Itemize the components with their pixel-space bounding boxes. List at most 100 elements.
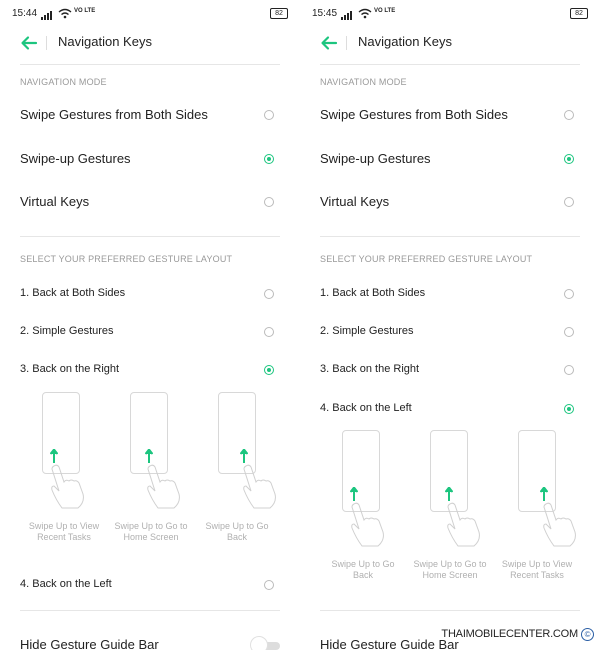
gesture-illustration	[516, 430, 576, 570]
radio-button[interactable]	[264, 197, 274, 207]
gesture-caption: Swipe Up to View Recent Tasks	[19, 521, 109, 543]
layout-simple-gestures[interactable]: 2. Simple Gestures	[320, 325, 580, 339]
radio-button-selected[interactable]	[264, 154, 274, 164]
caption-line: Back	[226, 532, 247, 542]
option-label: Swipe-up Gestures	[20, 151, 131, 166]
divider	[20, 64, 280, 65]
radio-button[interactable]	[264, 327, 274, 337]
phone-outline	[130, 392, 168, 474]
hand-icon	[447, 502, 480, 547]
status-time: 15:45	[312, 8, 338, 19]
radio-button-selected[interactable]	[264, 365, 274, 375]
gesture-illustration	[428, 430, 488, 570]
gesture-illustration	[40, 392, 100, 532]
gesture-caption: Swipe Up to Go to Home Screen	[405, 559, 495, 581]
section-header-gesture-layout: SELECT YOUR PREFERRED GESTURE LAYOUT	[320, 254, 533, 264]
caption-line: Swipe Up to Go to	[413, 559, 487, 569]
page-title: Navigation Keys	[58, 34, 152, 49]
back-arrow-icon[interactable]	[20, 34, 38, 52]
signal-icon	[41, 10, 55, 20]
hide-gesture-bar-toggle[interactable]	[250, 636, 280, 650]
option-label: 1. Back at Both Sides	[320, 287, 426, 299]
gesture-illustration	[216, 392, 276, 532]
caption-line: Swipe Up to Go	[331, 559, 395, 569]
signal-icon	[341, 10, 355, 20]
phone-outline	[518, 430, 556, 512]
divider	[20, 610, 280, 611]
caption-line: Recent Tasks	[510, 570, 564, 580]
gesture-caption: Swipe Up to Go to Home Screen	[106, 521, 196, 543]
option-label: Swipe-up Gestures	[320, 151, 431, 166]
header: Navigation Keys	[300, 32, 600, 54]
layout-back-left[interactable]: 4. Back on the Left	[320, 402, 580, 416]
divider	[320, 236, 580, 237]
radio-button[interactable]	[264, 110, 274, 120]
nav-mode-both-sides[interactable]: Swipe Gestures from Both Sides	[20, 107, 280, 123]
swipe-up-arrow-icon	[49, 449, 58, 463]
nav-mode-swipe-up[interactable]: Swipe-up Gestures	[20, 151, 280, 167]
option-label: Virtual Keys	[20, 194, 90, 209]
caption-line: Swipe Up to View	[501, 559, 573, 569]
caption-line: Home Screen	[123, 532, 179, 542]
section-header-gesture-layout: SELECT YOUR PREFERRED GESTURE LAYOUT	[20, 254, 233, 264]
divider	[320, 610, 580, 611]
hide-gesture-bar-row[interactable]: Hide Gesture Guide Bar	[20, 637, 280, 650]
gesture-caption: Swipe Up to Go Back	[192, 521, 282, 543]
option-label: Virtual Keys	[320, 194, 390, 209]
section-header-navigation-mode: NAVIGATION MODE	[20, 77, 107, 87]
option-label: 4. Back on the Left	[320, 402, 412, 414]
phone-outline	[430, 430, 468, 512]
watermark: THAIMOBILECENTER.COM ©	[441, 628, 594, 641]
caption-line: Swipe Up to Go to	[114, 521, 188, 531]
radio-button[interactable]	[564, 110, 574, 120]
option-label: 2. Simple Gestures	[20, 325, 114, 337]
radio-button[interactable]	[264, 580, 274, 590]
swipe-up-arrow-icon	[540, 487, 549, 501]
nav-mode-virtual-keys[interactable]: Virtual Keys	[320, 194, 580, 210]
status-bar: 15:45 VO LTE 82	[312, 8, 588, 22]
volte-indicator: VO LTE	[74, 8, 96, 14]
swipe-up-arrow-icon	[349, 487, 358, 501]
divider	[320, 64, 580, 65]
left-screen: 15:44 VO LTE 82 Navigation Keys NAVIGATI…	[0, 0, 300, 650]
swipe-up-arrow-icon	[240, 449, 249, 463]
page-title: Navigation Keys	[358, 34, 452, 49]
caption-line: Back	[352, 570, 373, 580]
gesture-caption: Swipe Up to View Recent Tasks	[492, 559, 582, 581]
option-label: 3. Back on the Right	[20, 363, 120, 375]
right-screen: 15:45 VO LTE 82 Navigation Keys NAVIGATI…	[300, 0, 600, 650]
header-divider	[346, 36, 347, 50]
radio-button[interactable]	[564, 327, 574, 337]
hand-icon	[51, 464, 84, 509]
phone-outline	[42, 392, 80, 474]
layout-back-right[interactable]: 3. Back on the Right	[320, 363, 580, 377]
option-label: Swipe Gestures from Both Sides	[20, 107, 208, 122]
radio-button-selected[interactable]	[564, 154, 574, 164]
gesture-illustration	[128, 392, 188, 532]
option-label: 4. Back on the Left	[20, 578, 112, 590]
nav-mode-swipe-up[interactable]: Swipe-up Gestures	[320, 151, 580, 167]
caption-line: Home Screen	[422, 570, 478, 580]
radio-button[interactable]	[564, 197, 574, 207]
layout-simple-gestures[interactable]: 2. Simple Gestures	[20, 325, 280, 339]
radio-button[interactable]	[264, 289, 274, 299]
battery-indicator: 82	[570, 8, 588, 19]
gesture-caption: Swipe Up to Go Back	[318, 559, 408, 581]
radio-button[interactable]	[564, 365, 574, 375]
layout-back-both-sides[interactable]: 1. Back at Both Sides	[320, 287, 580, 301]
copyright-icon: ©	[581, 628, 594, 641]
layout-back-left[interactable]: 4. Back on the Left	[20, 578, 280, 592]
layout-back-right[interactable]: 3. Back on the Right	[20, 363, 280, 377]
wifi-icon	[358, 8, 372, 19]
hand-icon	[351, 502, 384, 547]
battery-indicator: 82	[270, 8, 288, 19]
radio-button-selected[interactable]	[564, 404, 574, 414]
toggle-knob	[250, 636, 268, 650]
nav-mode-virtual-keys[interactable]: Virtual Keys	[20, 194, 280, 210]
wifi-icon	[58, 8, 72, 19]
back-arrow-icon[interactable]	[320, 34, 338, 52]
nav-mode-both-sides[interactable]: Swipe Gestures from Both Sides	[320, 107, 580, 123]
layout-back-both-sides[interactable]: 1. Back at Both Sides	[20, 287, 280, 301]
radio-button[interactable]	[564, 289, 574, 299]
status-time: 15:44	[12, 8, 38, 19]
